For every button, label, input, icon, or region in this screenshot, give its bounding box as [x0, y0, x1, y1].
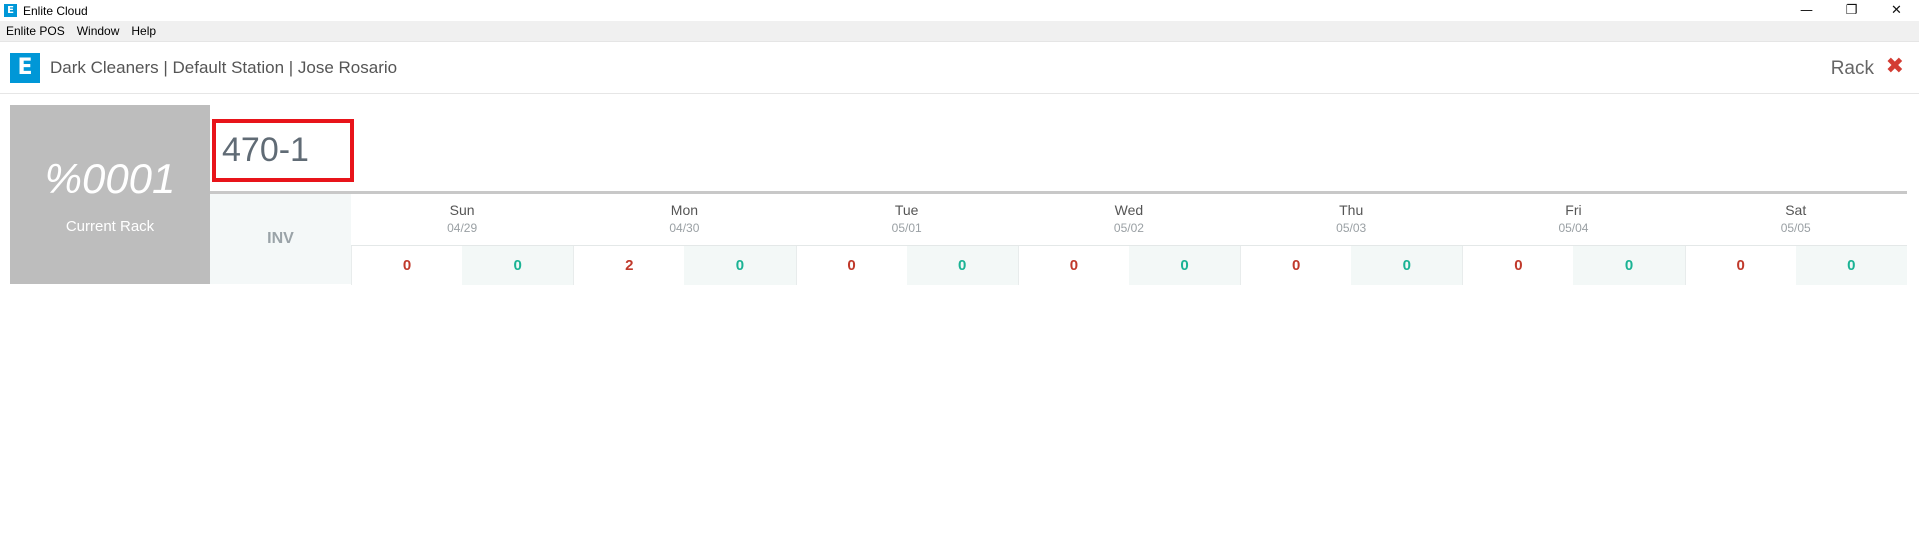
close-window-button[interactable]: ✕ [1874, 0, 1919, 21]
current-rack-caption: Current Rack [65, 218, 155, 235]
day-name: Sat [1785, 202, 1807, 218]
menu-enlite-pos[interactable]: Enlite POS [0, 24, 71, 38]
rack-scan-input[interactable]: 470-1 [212, 119, 354, 182]
day-name: Sun [449, 202, 475, 218]
week-grid: Sun 04/29 0 0 Mon 04/30 2 0 Tue 05/01 0 … [351, 194, 1907, 285]
inv-label: INV [210, 194, 351, 284]
current-rack-code: %0001 [44, 155, 176, 202]
restore-button[interactable]: ❐ [1829, 0, 1874, 21]
day-column-sun: Sun 04/29 0 0 [351, 194, 574, 285]
day-column-fri: Fri 05/04 0 0 [1462, 194, 1685, 285]
enlite-logo-icon: E [10, 53, 40, 83]
day-column-tue: Tue 05/01 0 0 [795, 194, 1018, 285]
day-date: 04/30 [669, 221, 700, 235]
day-name: Wed [1114, 202, 1144, 218]
red-count[interactable]: 0 [1017, 246, 1129, 285]
red-count[interactable]: 0 [795, 246, 907, 285]
day-name: Tue [894, 202, 919, 218]
current-rack-panel: %0001 Current Rack [10, 105, 210, 284]
app-header: E Dark Cleaners | Default Station | Jose… [0, 42, 1919, 94]
day-counts: 0 0 [1240, 245, 1463, 285]
day-name: Fri [1565, 202, 1582, 218]
day-counts: 0 0 [1462, 245, 1685, 285]
green-count[interactable]: 0 [462, 246, 574, 285]
close-icon[interactable]: ✖ [1886, 54, 1904, 79]
red-count[interactable]: 2 [573, 246, 685, 285]
minimize-button[interactable]: — [1784, 0, 1829, 21]
red-count[interactable]: 0 [1240, 246, 1352, 285]
window-titlebar: E Enlite Cloud — ❐ ✕ [0, 0, 1919, 21]
day-column-thu: Thu 05/03 0 0 [1240, 194, 1463, 285]
window-controls: — ❐ ✕ [1784, 0, 1919, 21]
day-date: 04/29 [447, 221, 478, 235]
day-counts: 2 0 [573, 245, 796, 285]
day-date: 05/05 [1780, 221, 1811, 235]
section-label: Rack [1830, 58, 1874, 79]
day-date: 05/04 [1558, 221, 1589, 235]
day-name: Thu [1339, 202, 1364, 218]
green-count[interactable]: 0 [1573, 246, 1685, 285]
page-title: Dark Cleaners | Default Station | Jose R… [50, 58, 398, 77]
day-counts: 0 0 [351, 245, 574, 285]
green-count[interactable]: 0 [906, 246, 1018, 285]
day-column-mon: Mon 04/30 2 0 [573, 194, 796, 285]
day-date: 05/01 [891, 221, 922, 235]
green-count[interactable]: 0 [684, 246, 796, 285]
day-column-wed: Wed 05/02 0 0 [1017, 194, 1241, 285]
green-count[interactable]: 0 [1351, 246, 1463, 285]
green-count[interactable]: 0 [1128, 246, 1241, 285]
red-count[interactable]: 0 [351, 246, 463, 285]
day-name: Mon [670, 202, 699, 218]
day-date: 05/02 [1113, 221, 1144, 235]
day-counts: 0 0 [1684, 245, 1907, 285]
day-date: 05/03 [1336, 221, 1367, 235]
menu-help[interactable]: Help [125, 24, 162, 38]
menu-bar: Enlite POS Window Help [0, 21, 1919, 42]
day-column-sat: Sat 05/05 0 0 [1684, 194, 1907, 285]
red-count[interactable]: 0 [1462, 246, 1574, 285]
window-title: Enlite Cloud [23, 3, 88, 18]
red-count[interactable]: 0 [1684, 246, 1796, 285]
menu-window[interactable]: Window [71, 24, 126, 38]
day-counts: 0 0 [1017, 245, 1241, 285]
green-count[interactable]: 0 [1795, 246, 1907, 285]
app-icon: E [4, 4, 17, 17]
day-counts: 0 0 [795, 245, 1018, 285]
